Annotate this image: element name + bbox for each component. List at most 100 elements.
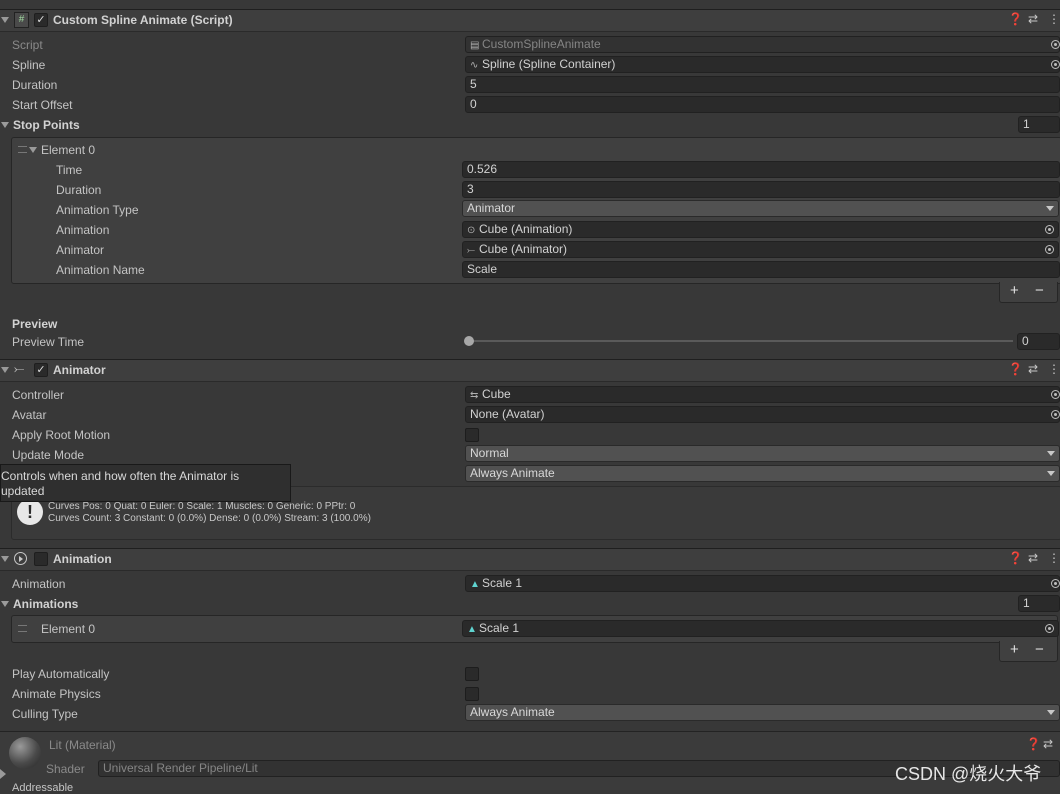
help-icon[interactable]: ❓ [1008, 551, 1023, 565]
stop-points-size-input[interactable]: 1 [1018, 116, 1060, 133]
help-icon[interactable]: ❓ [1026, 737, 1041, 751]
material-sphere-icon [9, 737, 41, 769]
object-picker-icon[interactable] [1051, 40, 1060, 49]
animate-physics-label: Animate Physics [12, 687, 101, 701]
script-file-icon: ▤ [470, 40, 480, 51]
foldout-arrow-icon[interactable] [0, 769, 6, 779]
object-picker-icon[interactable] [1045, 225, 1054, 234]
menu-kebab-icon[interactable]: ⋮ [1048, 362, 1060, 376]
preset-icon[interactable]: ⇄ [1028, 12, 1038, 26]
foldout-arrow-icon[interactable] [1, 601, 9, 607]
avatar-field[interactable]: None (Avatar) [465, 406, 1060, 423]
animation-object-field[interactable]: ⊙ Cube (Animation) [462, 221, 1059, 238]
enable-checkbox[interactable]: ✓ [34, 363, 48, 377]
culling-mode-dropdown[interactable]: Always Animate [465, 465, 1060, 482]
add-element-icon[interactable]: + [1010, 641, 1019, 658]
animator-controller-icon: ⇆ [470, 390, 479, 401]
object-picker-icon[interactable] [1045, 624, 1054, 633]
object-picker-icon[interactable] [1045, 245, 1054, 254]
enable-checkbox[interactable] [34, 552, 48, 566]
element-0-label[interactable]: Element 0 [41, 143, 95, 157]
update-mode-tooltip: Controls when and how often the Animator… [0, 464, 291, 502]
update-mode-dropdown[interactable]: Normal [465, 445, 1060, 462]
animation-type-dropdown[interactable]: Animator [462, 200, 1059, 217]
component-header-custom-spline[interactable]: # ✓ Custom Spline Animate (Script) ❓ ⇄ ⋮ [0, 9, 1060, 32]
preview-time-slider-track[interactable] [466, 340, 1013, 342]
preview-time-input[interactable]: 0 [1017, 333, 1060, 350]
culling-type-dropdown[interactable]: Always Animate [465, 704, 1060, 721]
help-icon[interactable]: ❓ [1008, 362, 1023, 376]
animation-component-icon: ⊙ [467, 225, 476, 236]
component-title: Animation [53, 552, 112, 566]
script-label: Script [12, 38, 43, 52]
animator-object-field[interactable]: ⤚ Cube (Animator) [462, 241, 1059, 258]
menu-kebab-icon[interactable]: ⋮ [1048, 551, 1060, 565]
drag-handle-icon[interactable] [18, 625, 27, 632]
element-duration-input[interactable]: 3 [462, 181, 1060, 198]
header-icons: ❓ ⇄ ⋮ [1008, 12, 1060, 28]
add-element-icon[interactable]: + [1010, 282, 1019, 299]
start-offset-input[interactable]: 0 [465, 96, 1060, 113]
foldout-arrow-icon[interactable] [1, 556, 9, 562]
apply-root-motion-label: Apply Root Motion [12, 428, 111, 442]
foldout-arrow-icon[interactable] [1, 122, 9, 128]
remove-element-icon[interactable]: − [1035, 641, 1044, 658]
addressable-label: Addressable [12, 782, 74, 794]
animator-component-icon: ⤚ [14, 361, 25, 376]
component-header-animation[interactable]: Animation ❓ ⇄ ⋮ [0, 548, 1060, 571]
object-picker-icon[interactable] [1051, 390, 1060, 399]
drag-handle-icon[interactable] [18, 146, 27, 153]
play-automatically-toggle[interactable] [465, 667, 479, 681]
list-add-remove-footer: + − [999, 282, 1058, 303]
header-icons: ❓ ⇄ ⋮ [1008, 362, 1060, 378]
watermark: CSDN @烧火大爷 [895, 764, 1042, 784]
spline-field[interactable]: ∿ Spline (Spline Container) [465, 56, 1060, 73]
curves-info-line-1: Curves Pos: 0 Quat: 0 Euler: 0 Scale: 1 … [48, 501, 356, 512]
remove-element-icon[interactable]: − [1035, 282, 1044, 299]
preset-icon[interactable]: ⇄ [1043, 737, 1053, 751]
enable-checkbox[interactable]: ✓ [34, 13, 48, 27]
animator-component-icon: ⤚ [467, 245, 475, 256]
object-picker-icon[interactable] [1051, 60, 1060, 69]
foldout-arrow-icon[interactable] [1, 367, 9, 373]
object-picker-icon[interactable] [1051, 410, 1060, 419]
object-picker-icon[interactable] [1051, 579, 1060, 588]
preset-icon[interactable]: ⇄ [1028, 551, 1038, 565]
preview-time-slider-thumb[interactable] [464, 336, 474, 346]
stop-points-label[interactable]: Stop Points [13, 118, 80, 132]
help-icon[interactable]: ❓ [1008, 12, 1023, 26]
animation-clip-field[interactable]: ▲ Scale 1 [465, 575, 1060, 592]
chevron-down-icon [1046, 206, 1054, 211]
update-mode-label: Update Mode [12, 448, 85, 462]
culling-type-label: Culling Type [12, 707, 78, 721]
curves-info-line-2: Curves Count: 3 Constant: 0 (0.0%) Dense… [48, 513, 371, 524]
animations-label[interactable]: Animations [13, 597, 78, 611]
script-field[interactable]: ▤ CustomSplineAnimate [465, 36, 1060, 53]
animate-physics-toggle[interactable] [465, 687, 479, 701]
chevron-down-icon [1047, 451, 1055, 456]
time-input[interactable]: 0.526 [462, 161, 1060, 178]
preview-header: Preview [12, 317, 58, 331]
duration-input[interactable]: 5 [465, 76, 1060, 93]
animation-name-input[interactable]: Scale [462, 261, 1060, 278]
spline-label: Spline [12, 58, 46, 72]
animation-name-label: Animation Name [56, 263, 145, 277]
preview-time-label: Preview Time [12, 335, 85, 349]
tooltip-line-1: Controls when and how often the Animator… [1, 469, 240, 483]
play-automatically-label: Play Automatically [12, 667, 110, 681]
component-header-animator[interactable]: ⤚ ✓ Animator ❓ ⇄ ⋮ [0, 359, 1060, 382]
list-add-remove-footer: + − [999, 641, 1058, 662]
animation-type-label: Animation Type [56, 203, 139, 217]
apply-root-motion-toggle[interactable] [465, 428, 479, 442]
start-offset-label: Start Offset [12, 98, 73, 112]
animation-clip-icon: ▲ [470, 579, 480, 590]
element-foldout-arrow-icon[interactable] [29, 147, 37, 153]
animations-element-0-field[interactable]: ▲ Scale 1 [462, 620, 1059, 637]
animation-clip-icon: ▲ [467, 624, 477, 635]
controller-field[interactable]: ⇆ Cube [465, 386, 1060, 403]
menu-kebab-icon[interactable]: ⋮ [1048, 12, 1060, 26]
preset-icon[interactable]: ⇄ [1028, 362, 1038, 376]
foldout-arrow-icon[interactable] [1, 17, 9, 23]
animations-size-input[interactable]: 1 [1018, 595, 1060, 612]
chevron-down-icon [1047, 471, 1055, 476]
